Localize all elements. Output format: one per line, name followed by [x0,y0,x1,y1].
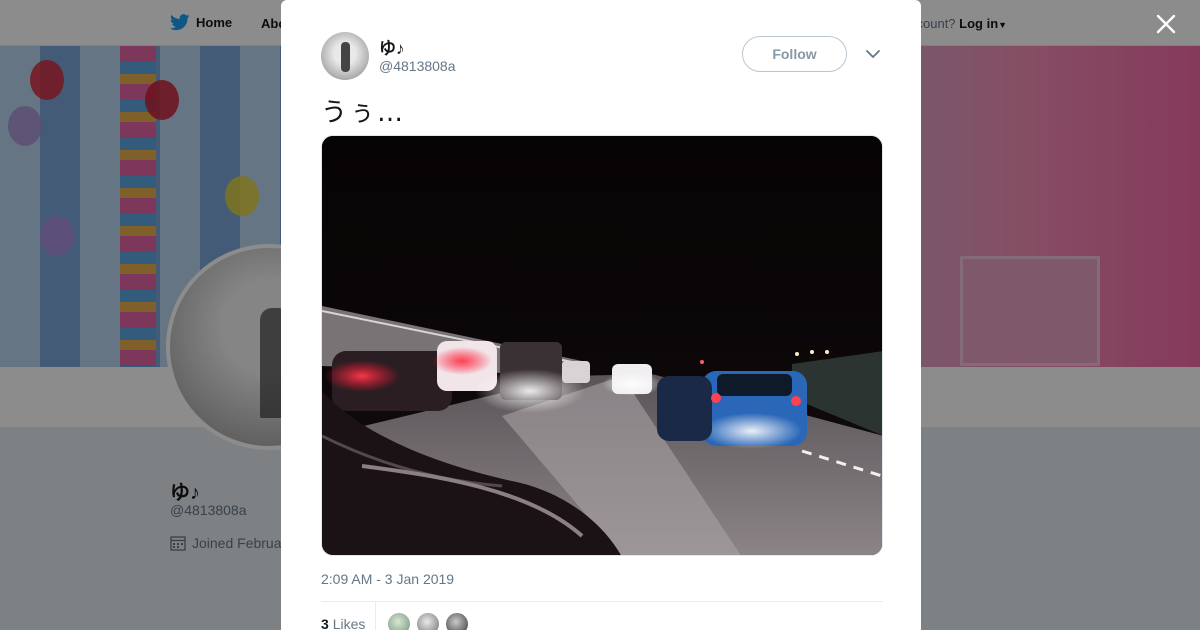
tweet-author-avatar[interactable] [321,32,369,80]
likes-count: 3 [321,616,329,630]
avatar-figure [341,42,350,72]
tweet-author-name[interactable]: ゆ♪ [379,34,405,59]
follow-button[interactable]: Follow [742,36,847,72]
close-icon[interactable] [1150,8,1182,40]
likes-label: Likes [332,616,366,630]
likes-stat[interactable]: 3 Likes [321,616,365,630]
tweet-modal: ゆ♪ @4813808a Follow うぅ… 2:09 AM - 3 Jan … [281,0,921,630]
stats-divider [321,601,883,602]
tweet-photo[interactable] [321,135,883,556]
tweet-author-handle[interactable]: @4813808a [379,58,456,74]
chevron-down-icon[interactable] [863,44,883,64]
liker-avatar[interactable] [445,612,469,630]
liker-avatar[interactable] [416,612,440,630]
stats-separator [375,602,376,630]
tweet-timestamp[interactable]: 2:09 AM - 3 Jan 2019 [321,571,454,587]
tweet-text: うぅ… [321,98,406,128]
liker-avatar[interactable] [387,612,411,630]
